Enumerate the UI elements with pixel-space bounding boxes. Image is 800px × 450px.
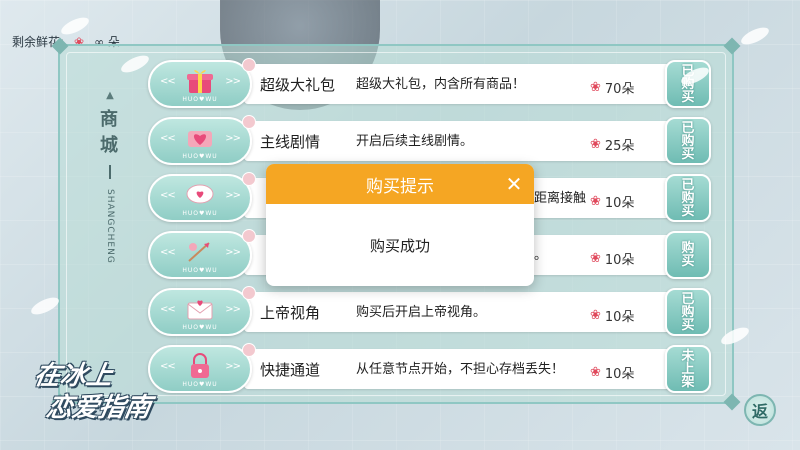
dialog-body: 购买成功 [266,204,534,286]
close-icon[interactable]: ✕ [502,172,526,196]
dialog-message: 购买成功 [369,236,430,255]
dialog-title: 购买提示 [366,176,434,197]
dialog-header: 购买提示 ✕ [266,164,534,204]
modal-overlay: 购买提示 ✕ 购买成功 [0,0,800,450]
purchase-dialog: 购买提示 ✕ 购买成功 [266,164,534,286]
